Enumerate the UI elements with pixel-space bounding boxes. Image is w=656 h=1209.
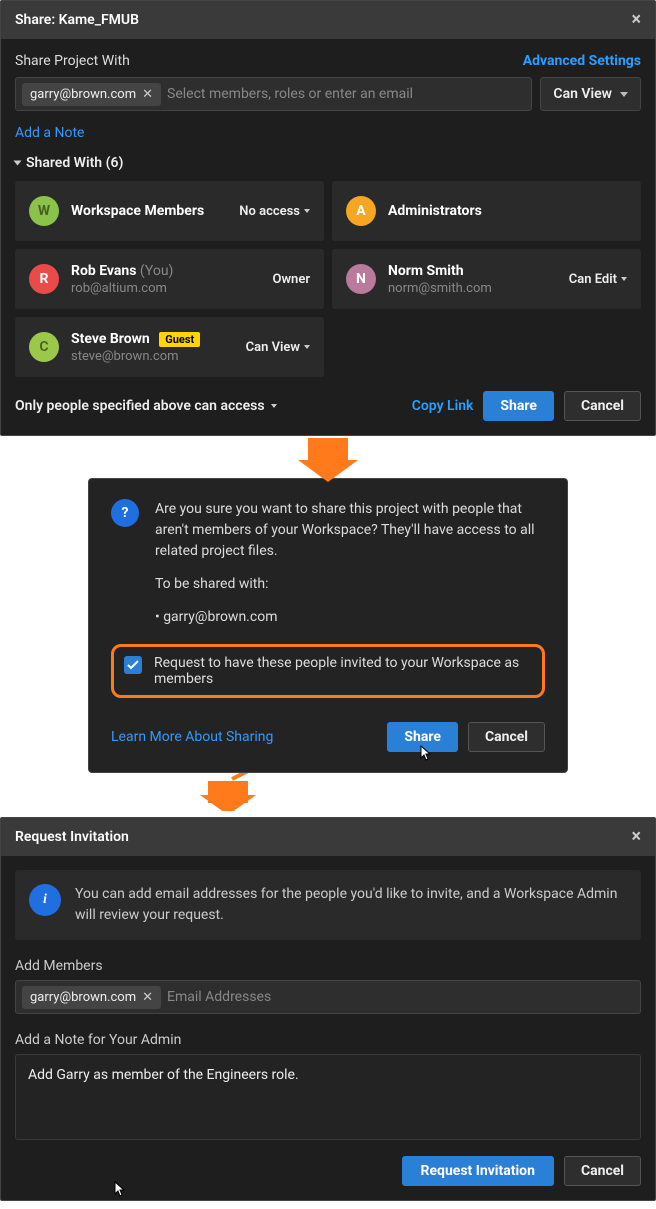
cursor-icon <box>111 1180 127 1200</box>
share-bullet-item: • garry@brown.com <box>155 607 545 628</box>
cancel-button[interactable]: Cancel <box>564 391 641 421</box>
share-card-name: Steve Brown Guest <box>71 331 234 347</box>
advanced-settings-link[interactable]: Advanced Settings <box>523 53 641 69</box>
guest-badge: Guest <box>159 332 200 347</box>
confirm-message: Are you sure you want to share this proj… <box>155 499 545 562</box>
request-dialog-title: Request Invitation <box>15 829 129 845</box>
share-dialog: Share: Kame_FMUB × Share Project With Ad… <box>0 0 656 436</box>
add-note-link[interactable]: Add a Note <box>15 125 84 141</box>
request-invitation-button[interactable]: Request Invitation <box>402 1156 554 1186</box>
shared-with-list: W Workspace Members No access A Administ… <box>15 181 641 377</box>
avatar: C <box>29 332 59 362</box>
shared-with-toggle[interactable]: Shared With (6) <box>15 155 641 171</box>
email-token-text: garry@brown.com <box>30 990 136 1005</box>
share-with-label: Share Project With <box>15 53 130 69</box>
access-scope-dropdown[interactable]: Only people specified above can access <box>15 398 277 414</box>
close-icon[interactable]: × <box>631 828 641 846</box>
chevron-down-icon <box>304 345 310 349</box>
avatar: N <box>346 264 376 294</box>
share-card: R Rob Evans (You) rob@altium.com Owner <box>15 249 324 309</box>
invite-checkbox[interactable] <box>124 656 142 674</box>
email-token: garry@brown.com ✕ <box>22 83 161 106</box>
role-dropdown[interactable]: Can Edit <box>569 272 627 287</box>
admin-note-label: Add a Note for Your Admin <box>15 1032 641 1048</box>
avatar: R <box>29 264 59 294</box>
remove-token-icon[interactable]: ✕ <box>142 88 153 101</box>
role-dropdown[interactable]: Can View <box>246 340 310 355</box>
share-card-name: Administrators <box>388 203 627 219</box>
chevron-down-icon <box>620 92 628 97</box>
avatar: W <box>29 196 59 226</box>
add-members-input[interactable]: garry@brown.com ✕ Email Addresses <box>15 980 641 1014</box>
confirm-share-dialog: ? Are you sure you want to share this pr… <box>88 478 568 773</box>
avatar: A <box>346 196 376 226</box>
share-card: A Administrators <box>332 181 641 241</box>
copy-link[interactable]: Copy Link <box>412 398 474 414</box>
role-dropdown: Owner <box>273 272 311 287</box>
email-token: garry@brown.com ✕ <box>22 986 161 1009</box>
shared-with-label: Shared With (6) <box>26 155 123 171</box>
share-card: N Norm Smith norm@smith.com Can Edit <box>332 249 641 309</box>
chevron-down-icon <box>14 161 22 166</box>
annotation-arrow <box>0 438 656 486</box>
share-card: W Workspace Members No access <box>15 181 324 241</box>
share-card-name: Workspace Members <box>71 203 227 219</box>
annotation-arrow <box>88 767 568 807</box>
learn-more-link[interactable]: Learn More About Sharing <box>111 729 273 745</box>
chevron-down-icon <box>271 404 277 408</box>
confirm-cancel-button[interactable]: Cancel <box>468 722 545 752</box>
invite-checkbox-highlight: Request to have these people invited to … <box>111 644 545 698</box>
share-card-name: Norm Smith <box>388 263 557 279</box>
close-icon[interactable]: × <box>631 11 641 29</box>
info-box: i You can add email addresses for the pe… <box>15 870 641 940</box>
chevron-down-icon <box>621 277 627 281</box>
request-invitation-dialog: Request Invitation × i You can add email… <box>0 817 656 1201</box>
share-card-sub: norm@smith.com <box>388 281 557 296</box>
share-recipients-input[interactable]: garry@brown.com ✕ Select members, roles … <box>15 77 532 111</box>
email-token-text: garry@brown.com <box>30 87 136 102</box>
invite-checkbox-label: Request to have these people invited to … <box>154 655 532 687</box>
access-scope-label: Only people specified above can access <box>15 398 265 414</box>
cursor-icon <box>417 744 433 764</box>
request-dialog-titlebar: Request Invitation × <box>1 818 655 856</box>
permission-dropdown-label: Can View <box>553 86 612 102</box>
admin-note-textarea[interactable]: Add Garry as member of the Engineers rol… <box>15 1054 641 1140</box>
chevron-down-icon <box>304 209 310 213</box>
share-card-name: Rob Evans (You) <box>71 263 261 279</box>
share-card-sub: steve@brown.com <box>71 349 234 364</box>
role-dropdown[interactable]: No access <box>239 204 310 219</box>
cancel-button[interactable]: Cancel <box>564 1156 641 1186</box>
remove-token-icon[interactable]: ✕ <box>142 991 153 1004</box>
info-icon: i <box>29 884 61 916</box>
to-be-shared-label: To be shared with: <box>155 574 545 595</box>
share-dialog-titlebar: Share: Kame_FMUB × <box>1 1 655 39</box>
share-card-sub: rob@altium.com <box>71 281 261 296</box>
share-button[interactable]: Share <box>483 391 554 421</box>
add-members-placeholder: Email Addresses <box>167 989 634 1005</box>
info-text: You can add email addresses for the peop… <box>75 884 627 926</box>
share-dialog-title: Share: Kame_FMUB <box>15 12 139 28</box>
question-icon: ? <box>111 499 139 527</box>
add-members-label: Add Members <box>15 958 641 974</box>
share-card: C Steve Brown Guest steve@brown.com Can … <box>15 317 324 377</box>
recipients-placeholder: Select members, roles or enter an email <box>167 86 525 102</box>
permission-dropdown[interactable]: Can View <box>540 77 641 111</box>
